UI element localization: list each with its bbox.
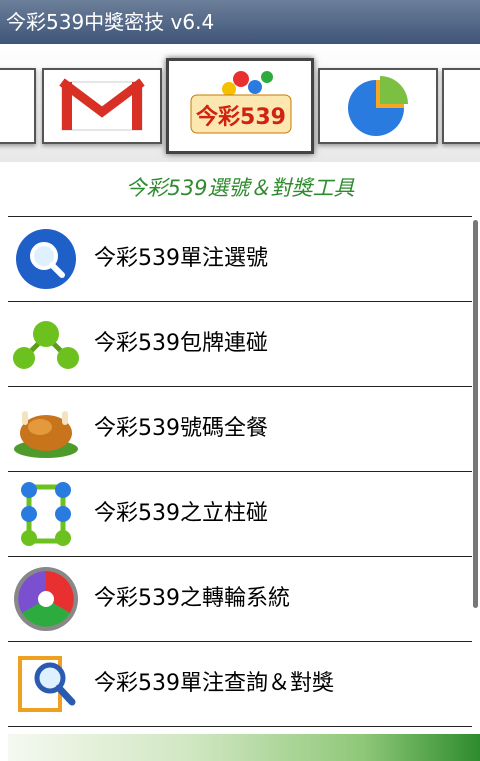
lottery-logo-text: 今彩539 bbox=[196, 104, 286, 130]
gallery-item-lottery[interactable]: 今彩539 bbox=[166, 58, 314, 154]
magnifier-blue-icon bbox=[16, 229, 76, 289]
lottery-539-logo-icon: 今彩539 bbox=[190, 71, 292, 134]
menu-item-label: 今彩539單注選號 bbox=[94, 246, 268, 271]
menu-item-pillar-combo[interactable]: 今彩539之立柱碰 bbox=[8, 471, 472, 556]
gallery-item-pie[interactable] bbox=[318, 68, 438, 144]
gmail-icon bbox=[59, 78, 145, 131]
menu-item-label: 今彩539號碼全餐 bbox=[94, 416, 268, 441]
document-search-icon bbox=[18, 656, 76, 712]
menu-item-label: 今彩539之轉輪系統 bbox=[94, 586, 290, 611]
menu-item-combo-pack[interactable]: 今彩539包牌連碰 bbox=[8, 301, 472, 386]
scrollbar[interactable] bbox=[473, 220, 478, 608]
menu-item-check-prize[interactable]: 今彩539單注查詢＆對獎 bbox=[8, 641, 472, 726]
menu-item-wheel-system[interactable]: 今彩539之轉輪系統 bbox=[8, 556, 472, 641]
section-title: 今彩539選號＆對獎工具 bbox=[125, 176, 355, 200]
menu-item-label: 今彩539單注查詢＆對獎 bbox=[94, 671, 334, 696]
menu-item-single-pick[interactable]: 今彩539單注選號 bbox=[8, 216, 472, 301]
app-title: 今彩539中獎密技 v6.4 bbox=[6, 10, 215, 34]
gallery-item-gmail[interactable] bbox=[42, 68, 162, 144]
picasa-wheel-icon bbox=[14, 567, 78, 631]
pie-chart-icon bbox=[348, 76, 408, 136]
menu-item-label: 今彩539包牌連碰 bbox=[94, 331, 268, 356]
menu-list: 今彩539單注選號 今彩539包牌連碰 今彩539號碼全餐 今彩539之立柱碰 … bbox=[8, 216, 472, 727]
gallery-item-partial-left[interactable] bbox=[0, 68, 36, 144]
ad-banner[interactable] bbox=[8, 734, 480, 761]
green-molecule-icon bbox=[13, 321, 79, 369]
gallery-item-partial-right[interactable] bbox=[442, 68, 480, 144]
menu-item-full-set[interactable]: 今彩539號碼全餐 bbox=[8, 386, 472, 471]
title-bar: 今彩539中獎密技 v6.4 bbox=[0, 0, 480, 44]
dots-grid-icon bbox=[21, 482, 71, 546]
roast-turkey-icon bbox=[14, 411, 78, 458]
list-end-divider bbox=[8, 726, 472, 727]
menu-item-label: 今彩539之立柱碰 bbox=[94, 501, 268, 526]
icon-gallery[interactable]: 今彩539 bbox=[0, 44, 480, 162]
